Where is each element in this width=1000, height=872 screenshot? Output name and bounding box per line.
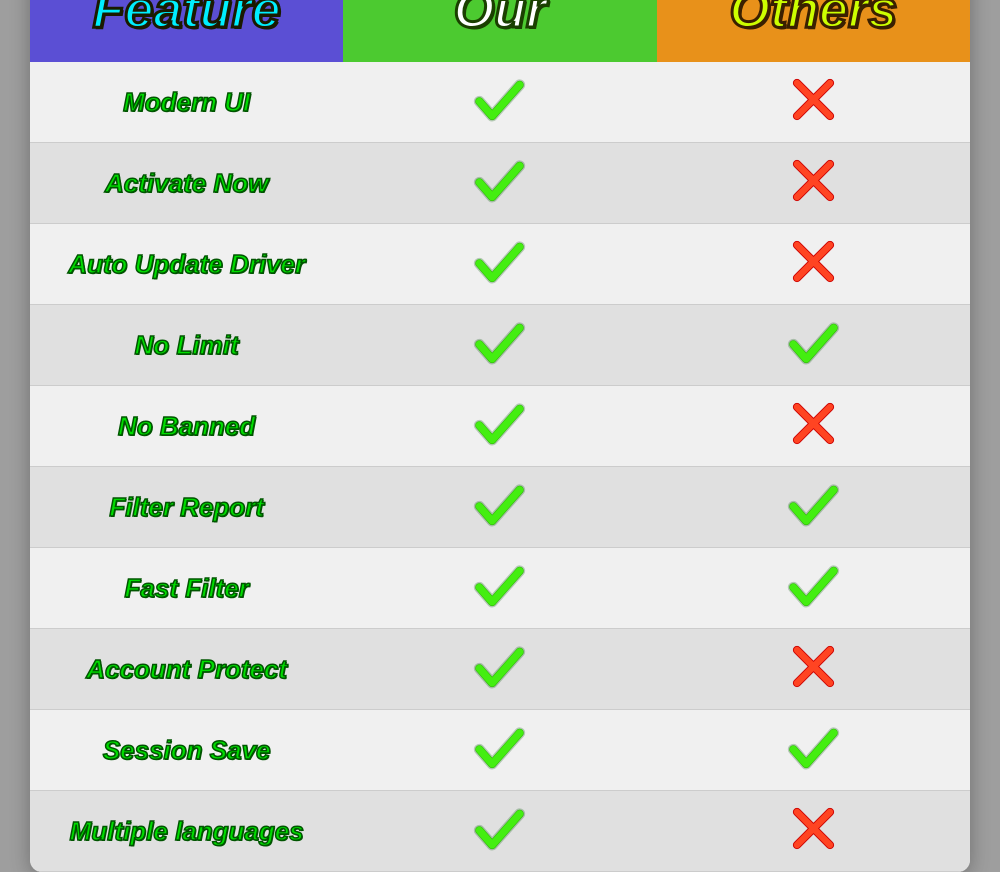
feature-label: Fast Filter <box>125 573 249 604</box>
feature-label: No Limit <box>135 330 239 361</box>
feature-cell: Session Save <box>30 710 343 791</box>
our-cell <box>343 386 656 467</box>
others-cell <box>657 62 970 143</box>
table-row: Multiple languages <box>30 791 970 872</box>
check-icon <box>472 477 527 537</box>
others-cell <box>657 143 970 224</box>
others-cell <box>657 467 970 548</box>
check-icon <box>472 72 527 132</box>
our-cell <box>343 305 656 386</box>
cross-icon <box>786 639 841 699</box>
check-icon <box>472 720 527 780</box>
table-row: Fast Filter <box>30 548 970 629</box>
cross-icon <box>786 234 841 294</box>
check-icon <box>472 558 527 618</box>
check-icon <box>472 153 527 213</box>
feature-cell: Auto Update Driver <box>30 224 343 305</box>
others-cell <box>657 224 970 305</box>
check-icon <box>786 720 841 780</box>
feature-label: Activate Now <box>105 168 268 199</box>
table-row: Session Save <box>30 710 970 791</box>
our-cell <box>343 548 656 629</box>
feature-label: Multiple languages <box>70 816 304 847</box>
header-our-label: Our <box>454 0 546 39</box>
our-cell <box>343 62 656 143</box>
our-cell <box>343 791 656 872</box>
comparison-table: Feature Our Others Modern UI Activate No… <box>30 0 970 872</box>
header-others: Others <box>657 0 970 62</box>
others-cell <box>657 791 970 872</box>
feature-cell: Filter Report <box>30 467 343 548</box>
others-cell <box>657 305 970 386</box>
feature-label: Account Protect <box>86 654 287 685</box>
header-our: Our <box>343 0 656 62</box>
cross-icon <box>786 801 841 861</box>
check-icon <box>472 315 527 375</box>
our-cell <box>343 467 656 548</box>
feature-label: No Banned <box>118 411 255 442</box>
cross-icon <box>786 72 841 132</box>
feature-cell: Activate Now <box>30 143 343 224</box>
header-feature-label: Feature <box>93 0 281 39</box>
table-body: Modern UI Activate Now <box>30 62 970 872</box>
cross-icon <box>786 153 841 213</box>
others-cell <box>657 710 970 791</box>
our-cell <box>343 224 656 305</box>
check-icon <box>472 234 527 294</box>
feature-cell: Account Protect <box>30 629 343 710</box>
check-icon <box>786 477 841 537</box>
check-icon <box>472 801 527 861</box>
others-cell <box>657 548 970 629</box>
feature-cell: No Banned <box>30 386 343 467</box>
our-cell <box>343 629 656 710</box>
feature-cell: No Limit <box>30 305 343 386</box>
cross-icon <box>786 396 841 456</box>
feature-cell: Multiple languages <box>30 791 343 872</box>
header-others-label: Others <box>730 0 898 39</box>
feature-label: Filter Report <box>109 492 264 523</box>
header-feature: Feature <box>30 0 343 62</box>
table-row: Account Protect <box>30 629 970 710</box>
feature-cell: Fast Filter <box>30 548 343 629</box>
table-row: Modern UI <box>30 62 970 143</box>
our-cell <box>343 710 656 791</box>
table-row: Activate Now <box>30 143 970 224</box>
check-icon <box>786 315 841 375</box>
table-row: Filter Report <box>30 467 970 548</box>
feature-label: Modern UI <box>123 87 250 118</box>
table-header: Feature Our Others <box>30 0 970 62</box>
feature-label: Auto Update Driver <box>68 249 305 280</box>
table-row: Auto Update Driver <box>30 224 970 305</box>
check-icon <box>472 639 527 699</box>
others-cell <box>657 629 970 710</box>
others-cell <box>657 386 970 467</box>
check-icon <box>786 558 841 618</box>
feature-cell: Modern UI <box>30 62 343 143</box>
feature-label: Session Save <box>103 735 271 766</box>
table-row: No Limit <box>30 305 970 386</box>
our-cell <box>343 143 656 224</box>
table-row: No Banned <box>30 386 970 467</box>
check-icon <box>472 396 527 456</box>
